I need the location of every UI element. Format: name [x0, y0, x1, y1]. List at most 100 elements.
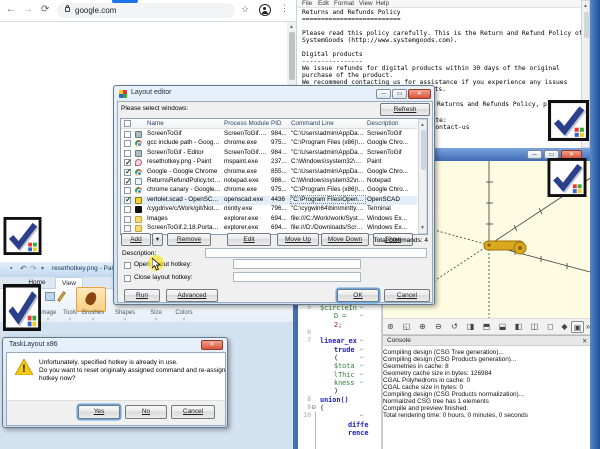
zoom-out-icon[interactable]: ⊖ — [432, 321, 445, 333]
bookmark-star-icon[interactable]: ☆ — [241, 4, 249, 15]
no-button[interactable]: No — [125, 405, 167, 419]
row-checkbox[interactable] — [124, 225, 131, 232]
close-hotkey-input[interactable] — [233, 272, 361, 282]
table-row[interactable]: resethotkey.png - Paintmspaint.exe237...… — [121, 158, 417, 167]
save-icon[interactable]: ▪ — [10, 265, 12, 272]
column-pid[interactable]: PID — [271, 120, 282, 127]
profile-avatar-icon[interactable] — [259, 4, 271, 16]
group-caret-icon[interactable]: ˅ — [146, 317, 166, 323]
view-back-icon[interactable]: ◻ — [544, 321, 557, 333]
list-scrollbar[interactable]: ▲ ▼ — [418, 119, 427, 234]
list-header[interactable]: Name Process Module PID Command Line Des… — [121, 119, 417, 129]
table-row[interactable]: chrome canary - Google Sea...chrome.exe9… — [121, 186, 417, 195]
row-checkbox[interactable] — [124, 197, 131, 204]
avatar-head — [263, 7, 266, 10]
chrome-scroll-thumb[interactable] — [289, 32, 295, 80]
row-checkbox[interactable] — [124, 140, 131, 147]
app-icon — [135, 216, 142, 223]
close-icon[interactable]: ✕ — [201, 340, 223, 350]
row-checkbox[interactable] — [124, 206, 131, 213]
orthogonal-view-icon[interactable]: ▣ — [571, 321, 584, 333]
advanced-button[interactable]: Advanced — [166, 289, 218, 302]
table-row[interactable]: ScreenToGif.2.18.Portable.zipexplorer.ex… — [121, 224, 417, 233]
column-module[interactable]: Process Module — [224, 120, 269, 127]
move-up-button[interactable]: Move Up — [277, 233, 319, 246]
group-caret-icon[interactable]: ˅ — [172, 317, 196, 323]
view-top-icon[interactable]: ⬒ — [480, 321, 493, 333]
ok-button[interactable]: OK — [337, 289, 379, 302]
close-hotkey-checkbox[interactable] — [124, 275, 131, 282]
back-icon[interactable]: ← — [6, 4, 16, 15]
add-button[interactable]: Add — [121, 233, 151, 246]
column-name[interactable]: Name — [147, 120, 164, 127]
column-desc[interactable]: Description — [367, 120, 399, 127]
undo-icon[interactable]: ↶ — [20, 264, 27, 273]
brushes-button[interactable] — [76, 287, 106, 312]
image-icon[interactable] — [45, 292, 55, 301]
menu-view[interactable]: View — [359, 0, 373, 7]
zoom-in-icon[interactable]: ⊕ — [416, 321, 429, 333]
menu-help[interactable]: Help — [376, 0, 389, 7]
header-checkbox[interactable] — [124, 120, 131, 127]
add-dropdown-icon[interactable]: ▾ — [152, 233, 163, 246]
cancel-button[interactable]: Cancel — [171, 405, 215, 419]
description-input[interactable] — [205, 248, 427, 258]
maximize-icon[interactable]: ▭ — [392, 89, 407, 99]
chrome-menu-icon[interactable]: ⋮ — [280, 3, 289, 14]
row-checkbox[interactable] — [124, 216, 131, 223]
menu-edit[interactable]: Edit — [318, 0, 329, 7]
minimize-icon[interactable]: ─ — [376, 89, 391, 99]
group-caret-icon[interactable]: ˅ — [80, 317, 106, 323]
view-all-icon[interactable]: ⊛ — [384, 321, 397, 333]
notepad-scroll-thumb[interactable] — [584, 12, 589, 38]
table-row[interactable]: ScreenToGifScreenToGif.exe984..."C:\User… — [121, 130, 417, 139]
remove-button[interactable]: Remove — [167, 233, 211, 246]
run-button[interactable]: Run — [124, 289, 160, 302]
row-checkbox[interactable] — [124, 150, 131, 157]
table-row[interactable]: gcc include path - Google Se...chrome.ex… — [121, 139, 417, 148]
table-row[interactable]: Imagesexplorer.exe694...file:///C:/Work/… — [121, 215, 417, 224]
row-checkbox[interactable] — [124, 178, 131, 185]
yes-button[interactable]: Yes — [78, 405, 120, 419]
list-scroll-thumb[interactable] — [421, 130, 426, 170]
table-row[interactable]: ReturnsRefundPolicy.txt - N...notepad.ex… — [121, 177, 417, 186]
avatar-body — [262, 11, 268, 14]
row-checkbox[interactable] — [124, 169, 131, 176]
minimize-icon[interactable]: ─ — [527, 150, 542, 159]
row-pid: 986... — [271, 177, 289, 184]
code-text: ( — [334, 354, 338, 362]
menu-file[interactable]: File — [302, 0, 312, 7]
open-hotkey-input[interactable] — [233, 259, 361, 269]
address-bar[interactable]: google.com — [57, 3, 235, 18]
table-row[interactable]: Google - Google Chromechrome.exe855..."C… — [121, 168, 417, 177]
notepad-text-line: We issue refunds for digital products wi… — [302, 65, 560, 72]
forward-icon[interactable]: → — [23, 4, 33, 15]
qat-caret-icon[interactable]: ▾ — [41, 265, 44, 272]
column-cmd[interactable]: Command Line — [291, 120, 334, 127]
menu-format[interactable]: Format — [334, 0, 354, 7]
zoom-window-icon[interactable]: ◱ — [400, 321, 413, 333]
fold-icon[interactable]: ⊟ — [312, 404, 316, 411]
group-caret-icon[interactable]: ˅ — [112, 317, 138, 323]
open-hotkey-checkbox[interactable] — [124, 262, 131, 269]
redo-icon[interactable]: ↷ — [30, 264, 37, 273]
cancel-button[interactable]: Cancel — [384, 289, 430, 302]
table-row[interactable]: ScreenToGif - EditorScreenToGif.exe984..… — [121, 149, 417, 158]
console-close-icon[interactable]: ✕ — [582, 337, 587, 345]
group-caret-icon[interactable]: ˅ — [60, 317, 80, 323]
table-row[interactable]: /cygdrive/c/Work/git/Notep...mintty.exe7… — [121, 205, 417, 214]
view-diagonal-icon[interactable]: ◆ — [558, 321, 571, 333]
view-bottom-icon[interactable]: ⬓ — [496, 321, 509, 333]
refresh-button[interactable]: Refresh — [380, 103, 430, 116]
reload-icon[interactable]: ⟳ — [41, 4, 49, 15]
edit-button[interactable]: Edit — [227, 233, 271, 246]
row-checkbox[interactable] — [124, 131, 131, 138]
reset-view-icon[interactable]: ↺ — [448, 321, 461, 333]
row-checkbox[interactable] — [124, 159, 131, 166]
table-row[interactable]: vertolet.scad - OpenSCADopenscad.exe4436… — [121, 196, 417, 205]
view-right-icon[interactable]: ◨ — [464, 321, 477, 333]
view-left-icon[interactable]: ◧ — [512, 321, 525, 333]
close-icon[interactable]: ✕ — [408, 89, 431, 99]
row-checkbox[interactable] — [124, 187, 131, 194]
view-front-icon[interactable]: ◫ — [528, 321, 541, 333]
